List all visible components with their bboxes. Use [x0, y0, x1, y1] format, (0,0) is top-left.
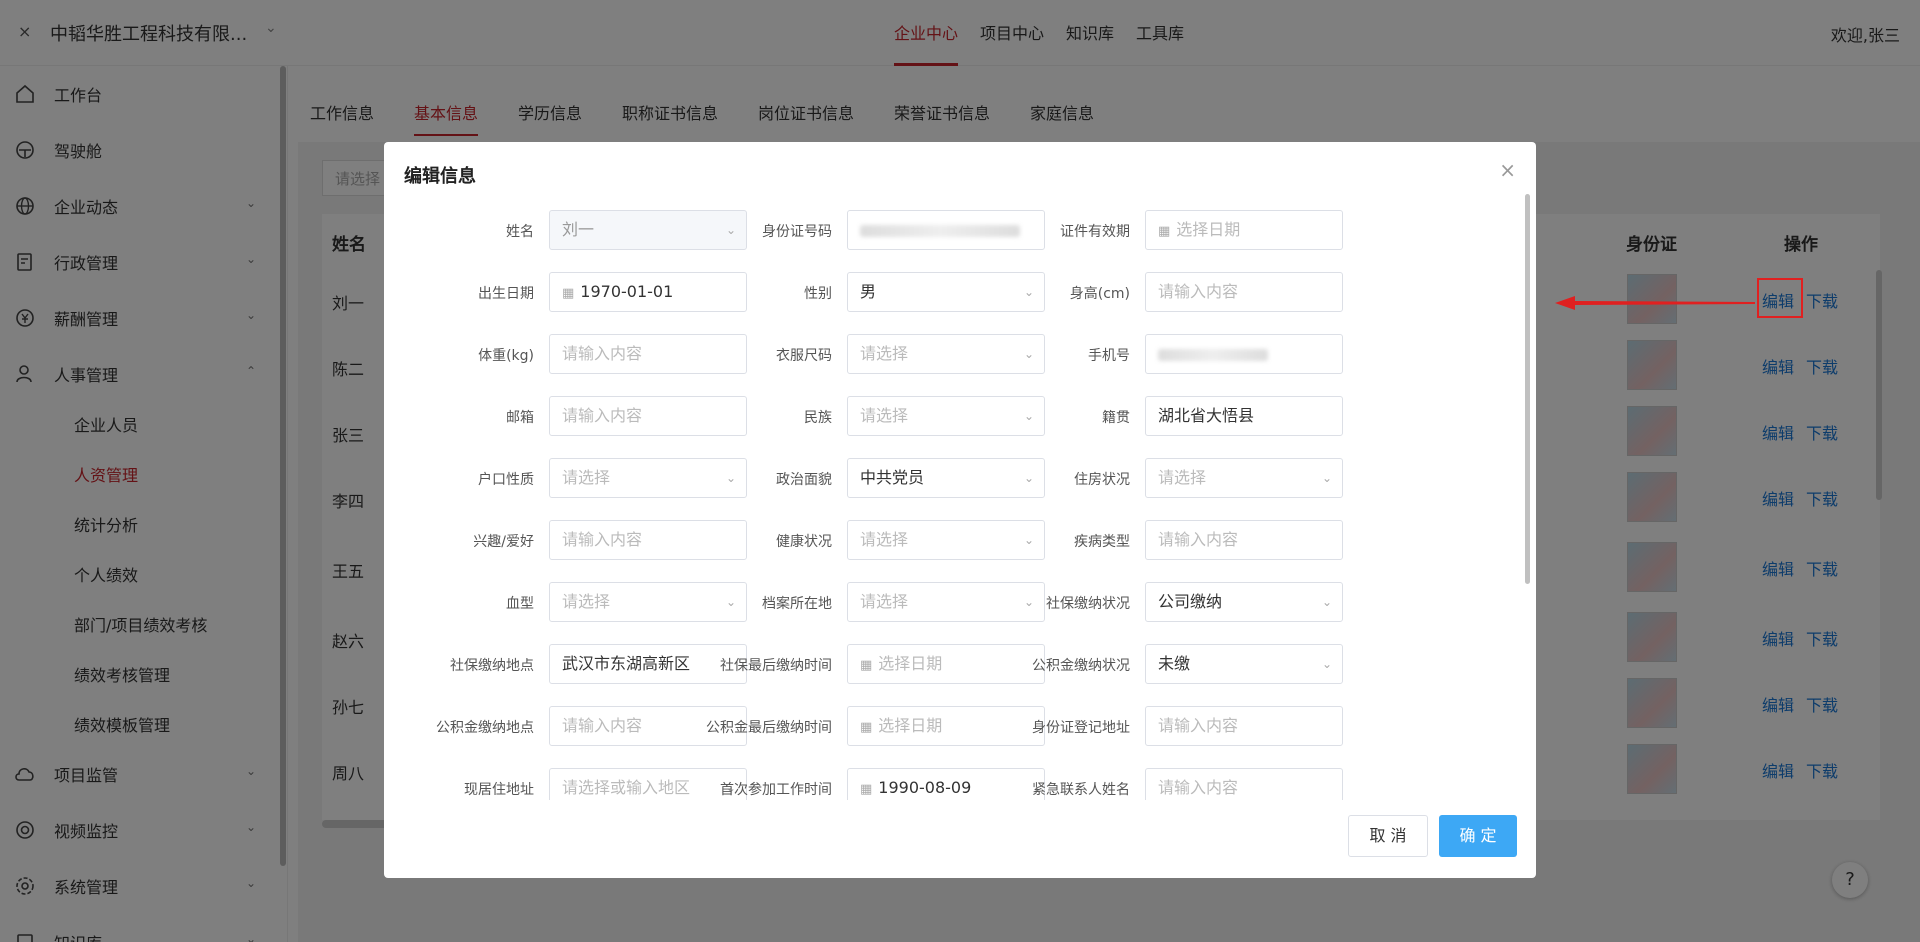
field-label-social-security-status: 社保缴纳状况 — [1046, 596, 1130, 612]
field-placeholder: 请选择 — [860, 406, 909, 425]
field-placeholder: 选择日期 — [878, 654, 943, 673]
field-label-email: 邮箱 — [506, 410, 534, 426]
housing-status-select[interactable]: 请选择 ⌄ — [1145, 458, 1343, 498]
calendar-icon: ▦ — [562, 286, 575, 301]
chevron-down-icon: ⌄ — [1321, 657, 1332, 671]
chevron-down-icon: ⌄ — [1321, 595, 1332, 609]
field-placeholder: 选择日期 — [1176, 220, 1241, 239]
field-value: 未缴 — [1158, 654, 1191, 673]
id-validity-date-picker[interactable]: ▦ 选择日期 — [1145, 210, 1343, 250]
field-value: 刘一 — [562, 220, 595, 239]
field-placeholder: 请输入内容 — [562, 530, 643, 549]
dialog-scrollbar[interactable] — [1525, 194, 1530, 584]
field-label-social-security-place: 社保缴纳地点 — [450, 658, 534, 674]
field-value: 武汉市东湖高新区 — [562, 654, 691, 673]
chevron-down-icon: ⌄ — [1321, 471, 1332, 485]
close-icon[interactable]: × — [1499, 158, 1516, 182]
emergency-contact-name-input[interactable]: 请输入内容 — [1145, 768, 1343, 800]
field-label-household-type: 户口性质 — [478, 472, 534, 488]
id-registered-address-input[interactable]: 请输入内容 — [1145, 706, 1343, 746]
field-placeholder: 请输入内容 — [1158, 716, 1239, 735]
field-placeholder: 请输入内容 — [562, 406, 643, 425]
field-placeholder: 请选择 — [1158, 468, 1207, 487]
field-placeholder: 请输入内容 — [562, 344, 643, 363]
field-placeholder: 请选择 — [860, 344, 909, 363]
field-placeholder: 选择日期 — [878, 716, 943, 735]
field-label-current-address: 现居住地址 — [464, 782, 534, 798]
field-value: 中共党员 — [860, 468, 925, 487]
confirm-button[interactable]: 确 定 — [1439, 815, 1517, 857]
calendar-icon: ▦ — [860, 720, 873, 735]
field-label-archive-location: 档案所在地 — [762, 596, 832, 612]
field-placeholder: 请输入内容 — [562, 716, 643, 735]
field-label-housing-status: 住房状况 — [1074, 472, 1130, 488]
field-label-health-status: 健康状况 — [776, 534, 832, 550]
native-place-input[interactable]: 湖北省大悟县 — [1145, 396, 1343, 436]
field-label-id-validity: 证件有效期 — [1060, 224, 1130, 240]
field-label-housing-fund-place: 公积金缴纳地点 — [436, 720, 534, 736]
arrow-left-icon — [1555, 296, 1755, 310]
calendar-icon: ▦ — [860, 782, 873, 797]
calendar-icon: ▦ — [1158, 224, 1171, 239]
edit-info-dialog: 编辑信息 × 姓名 刘一 ⌄ 身份证号码 证件有效期 ▦ 选择日期 出生日期 ▦ 1970-01-… — [384, 142, 1536, 878]
field-value: 男 — [860, 282, 877, 301]
field-placeholder: 请选择 — [860, 592, 909, 611]
field-value: 1970-01-01 — [580, 282, 674, 301]
field-label-ethnicity: 民族 — [804, 410, 832, 426]
field-label-social-security-last-date: 社保最后缴纳时间 — [720, 658, 832, 674]
field-label-housing-fund-status: 公积金缴纳状况 — [1032, 658, 1130, 674]
highlight-box — [1757, 278, 1803, 318]
field-placeholder: 请选择 — [860, 530, 909, 549]
field-placeholder: 请选择 — [562, 468, 611, 487]
field-value: 1990-08-09 — [878, 778, 972, 797]
field-label-housing-fund-last-date: 公积金最后缴纳时间 — [706, 720, 832, 736]
cancel-button[interactable]: 取 消 — [1348, 815, 1428, 857]
housing-fund-status-select[interactable]: 未缴 ⌄ — [1145, 644, 1343, 684]
field-label-hobby: 兴趣/爱好 — [473, 534, 534, 550]
redacted-value — [1158, 348, 1268, 361]
dialog-form: 姓名 刘一 ⌄ 身份证号码 证件有效期 ▦ 选择日期 出生日期 ▦ 1970-01-01 性别男 ⌄ 身… — [384, 202, 1536, 800]
field-label-gender: 性别 — [804, 286, 832, 302]
field-label-id-registered-address: 身份证登记地址 — [1032, 720, 1130, 736]
field-placeholder: 请输入内容 — [1158, 778, 1239, 797]
field-label-birth-date: 出生日期 — [478, 286, 534, 302]
field-placeholder: 请选择 — [562, 592, 611, 611]
field-value: 湖北省大悟县 — [1158, 406, 1255, 425]
dialog-title: 编辑信息 — [404, 166, 476, 187]
field-placeholder: 请输入内容 — [1158, 282, 1239, 301]
field-label-first-work-date: 首次参加工作时间 — [720, 782, 832, 798]
field-label-name: 姓名 — [506, 224, 534, 240]
field-label-height: 身高(cm) — [1069, 286, 1130, 302]
field-label-emergency-contact-name: 紧急联系人姓名 — [1032, 782, 1130, 798]
field-label-weight: 体重(kg) — [478, 348, 534, 364]
field-label-clothing-size: 衣服尺码 — [776, 348, 832, 364]
field-label-phone: 手机号 — [1088, 348, 1130, 364]
phone-input[interactable] — [1145, 334, 1343, 374]
field-label-id-number: 身份证号码 — [762, 224, 832, 240]
height-input[interactable]: 请输入内容 — [1145, 272, 1343, 312]
calendar-icon: ▦ — [860, 658, 873, 673]
field-label-blood-type: 血型 — [506, 596, 534, 612]
field-label-disease-type: 疾病类型 — [1074, 534, 1130, 550]
field-placeholder: 请选择或输入地区 — [562, 778, 691, 797]
field-placeholder: 请输入内容 — [1158, 530, 1239, 549]
field-value: 公司缴纳 — [1158, 592, 1223, 611]
field-label-native-place: 籍贯 — [1102, 410, 1130, 426]
field-label-political-status: 政治面貌 — [776, 472, 832, 488]
disease-type-input[interactable]: 请输入内容 — [1145, 520, 1343, 560]
social-security-status-select[interactable]: 公司缴纳 ⌄ — [1145, 582, 1343, 622]
